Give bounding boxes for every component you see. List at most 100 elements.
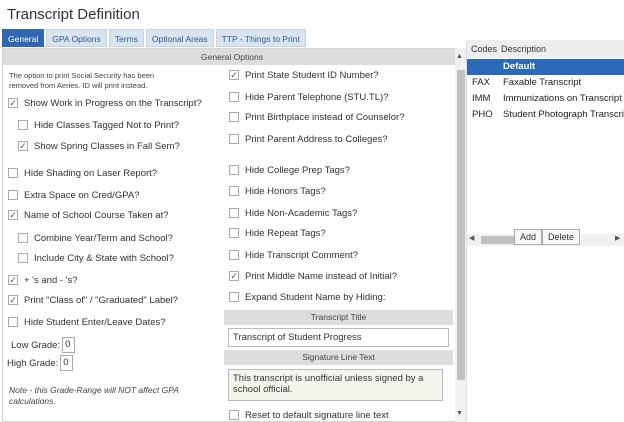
left-option-row[interactable]: ✓ + 's and - 's? xyxy=(8,271,78,289)
right-option-label: Print State Student ID Number? xyxy=(245,69,379,81)
left-checkbox[interactable]: ✓ xyxy=(8,275,18,285)
left-option-row[interactable]: Hide Student Enter/Leave Dates? xyxy=(8,313,166,331)
main-scroll-thumb[interactable] xyxy=(457,70,465,380)
left-option-row[interactable]: Extra Space on Cred/GPA? xyxy=(8,186,139,204)
high-grade-label: High Grade: xyxy=(7,357,59,369)
right-option-label: Hide Non-Academic Tags? xyxy=(245,207,358,219)
reset-signature-row[interactable]: Reset to default signature line text xyxy=(229,406,389,421)
left-checkbox[interactable] xyxy=(18,120,28,130)
codes-column-header[interactable]: Codes xyxy=(471,40,497,58)
left-checkbox[interactable]: ✓ xyxy=(8,295,18,305)
right-option-label: Print Birthplace instead of Counselor? xyxy=(245,111,405,123)
low-grade-row: Low Grade: 0 xyxy=(11,337,76,353)
left-option-label: Show Work in Progress on the Transcript? xyxy=(24,97,202,109)
low-grade-label: Low Grade: xyxy=(11,339,61,351)
tab-things-to-print[interactable]: TTP - Things to Print xyxy=(215,29,306,47)
default-description: Default xyxy=(503,61,536,72)
left-checkbox[interactable] xyxy=(8,168,18,178)
table-row[interactable]: Default xyxy=(467,59,624,75)
left-checkbox[interactable]: ✓ xyxy=(18,141,28,151)
left-option-label: Name of School Course Taken at? xyxy=(24,209,169,221)
right-checkbox[interactable]: ✓ xyxy=(229,271,239,281)
right-option-label: Hide College Prep Tags? xyxy=(245,164,350,176)
add-code-button[interactable]: Add xyxy=(514,229,543,245)
page-title: Transcript Definition xyxy=(7,6,140,23)
right-checkbox[interactable] xyxy=(229,228,239,238)
right-option-row[interactable]: Expand Student Name by Hiding: xyxy=(229,288,385,306)
reset-signature-checkbox[interactable] xyxy=(229,410,239,420)
right-checkbox[interactable]: ✓ xyxy=(229,70,239,80)
right-option-row[interactable]: ✓ Print Middle Name instead of Initial? xyxy=(229,267,397,285)
high-grade-row: High Grade: 0 xyxy=(7,355,74,371)
left-option-label: Hide Classes Tagged Not to Print? xyxy=(34,119,180,131)
left-option-label: Extra Space on Cred/GPA? xyxy=(24,189,140,201)
general-options-header: General Options xyxy=(3,49,461,65)
right-option-label: Hide Repeat Tags? xyxy=(245,227,326,239)
table-row[interactable]: FAX Faxable Transcript xyxy=(467,75,624,91)
delete-code-button[interactable]: Delete xyxy=(542,229,581,245)
tab-general[interactable]: General xyxy=(2,29,45,47)
left-option-label: Hide Shading on Laser Report? xyxy=(24,167,158,179)
right-option-row[interactable]: Hide Non-Academic Tags? xyxy=(229,204,357,222)
ssn-note-line-2: removed from Aeries. ID will print inste… xyxy=(9,81,148,90)
left-checkbox[interactable] xyxy=(8,190,18,200)
left-option-row[interactable]: Hide Classes Tagged Not to Print? xyxy=(18,116,179,134)
left-checkbox[interactable] xyxy=(18,233,28,243)
description-column-header[interactable]: Description xyxy=(501,40,546,58)
right-option-row[interactable]: Hide Transcript Comment? xyxy=(229,246,358,264)
scroll-down-icon[interactable]: ▼ xyxy=(456,410,463,417)
right-option-row[interactable]: Hide Repeat Tags? xyxy=(229,224,326,242)
left-option-label: Hide Student Enter/Leave Dates? xyxy=(24,316,166,328)
right-option-row[interactable]: Hide College Prep Tags? xyxy=(229,161,350,179)
scroll-up-icon[interactable]: ▲ xyxy=(456,53,463,60)
scroll-left-icon[interactable]: ◀ xyxy=(469,234,474,242)
left-checkbox[interactable]: ✓ xyxy=(8,98,18,108)
right-option-label: Print Parent Address to Colleges? xyxy=(245,133,388,145)
left-checkbox[interactable] xyxy=(18,253,28,263)
tab-gpa-options[interactable]: GPA Options xyxy=(46,29,107,47)
transcript-title-header: Transcript Title xyxy=(224,310,453,325)
right-checkbox[interactable] xyxy=(229,112,239,122)
low-grade-input[interactable]: 0 xyxy=(62,337,76,353)
right-option-row[interactable]: Hide Parent Telephone (STU.TL)? xyxy=(229,88,388,106)
left-option-row[interactable]: Hide Shading on Laser Report? xyxy=(8,164,157,182)
reset-signature-label: Reset to default signature line text xyxy=(245,409,389,421)
right-option-row[interactable]: ✓ Print State Student ID Number? xyxy=(229,66,379,84)
right-checkbox[interactable] xyxy=(229,208,239,218)
transcript-title-input[interactable]: Transcript of Student Progress xyxy=(228,328,449,347)
signature-line-textarea[interactable]: This transcript is unofficial unless sig… xyxy=(228,369,443,401)
left-option-row[interactable]: Include City & State with School? xyxy=(18,249,174,267)
right-option-label: Hide Parent Telephone (STU.TL)? xyxy=(245,91,389,103)
tab-bar: General GPA Options Terms Optional Areas… xyxy=(2,29,306,47)
table-row[interactable]: IMM Immunizations on Transcript xyxy=(467,91,624,107)
right-option-label: Hide Transcript Comment? xyxy=(245,249,358,261)
right-option-row[interactable]: Print Birthplace instead of Counselor? xyxy=(229,108,404,126)
high-grade-input[interactable]: 0 xyxy=(60,355,74,371)
table-row[interactable]: PHO Student Photograph Transcript xyxy=(467,107,624,123)
general-options-panel: General Options The option to print Soci… xyxy=(2,48,462,422)
scroll-right-icon[interactable]: ▶ xyxy=(615,234,620,242)
right-checkbox[interactable] xyxy=(229,250,239,260)
left-checkbox[interactable]: ✓ xyxy=(8,210,18,220)
right-checkbox[interactable] xyxy=(229,292,239,302)
right-option-label: Print Middle Name instead of Initial? xyxy=(245,270,398,282)
left-option-label: Include City & State with School? xyxy=(34,252,174,264)
right-option-label: Hide Honors Tags? xyxy=(245,185,326,197)
left-option-row[interactable]: ✓ Name of School Course Taken at? xyxy=(8,206,169,224)
left-option-row[interactable]: ✓ Show Work in Progress on the Transcript… xyxy=(8,94,202,112)
ssn-note-line-1: The option to print Social Security has … xyxy=(9,71,155,80)
right-option-row[interactable]: Hide Honors Tags? xyxy=(229,182,326,200)
left-option-row[interactable]: ✓ Show Spring Classes in Fall Sem? xyxy=(18,137,180,155)
right-checkbox[interactable] xyxy=(229,134,239,144)
left-checkbox[interactable] xyxy=(8,317,18,327)
left-option-row[interactable]: ✓ Print "Class of" / "Graduated" Label? xyxy=(8,291,178,309)
right-checkbox[interactable] xyxy=(229,186,239,196)
left-option-label: + 's and - 's? xyxy=(24,274,78,286)
right-checkbox[interactable] xyxy=(229,165,239,175)
tab-optional-areas[interactable]: Optional Areas xyxy=(145,29,214,47)
left-option-label: Show Spring Classes in Fall Sem? xyxy=(34,140,180,152)
right-checkbox[interactable] xyxy=(229,92,239,102)
tab-terms[interactable]: Terms xyxy=(108,29,144,47)
left-option-row[interactable]: Combine Year/Term and School? xyxy=(18,229,173,247)
right-option-row[interactable]: Print Parent Address to Colleges? xyxy=(229,130,388,148)
